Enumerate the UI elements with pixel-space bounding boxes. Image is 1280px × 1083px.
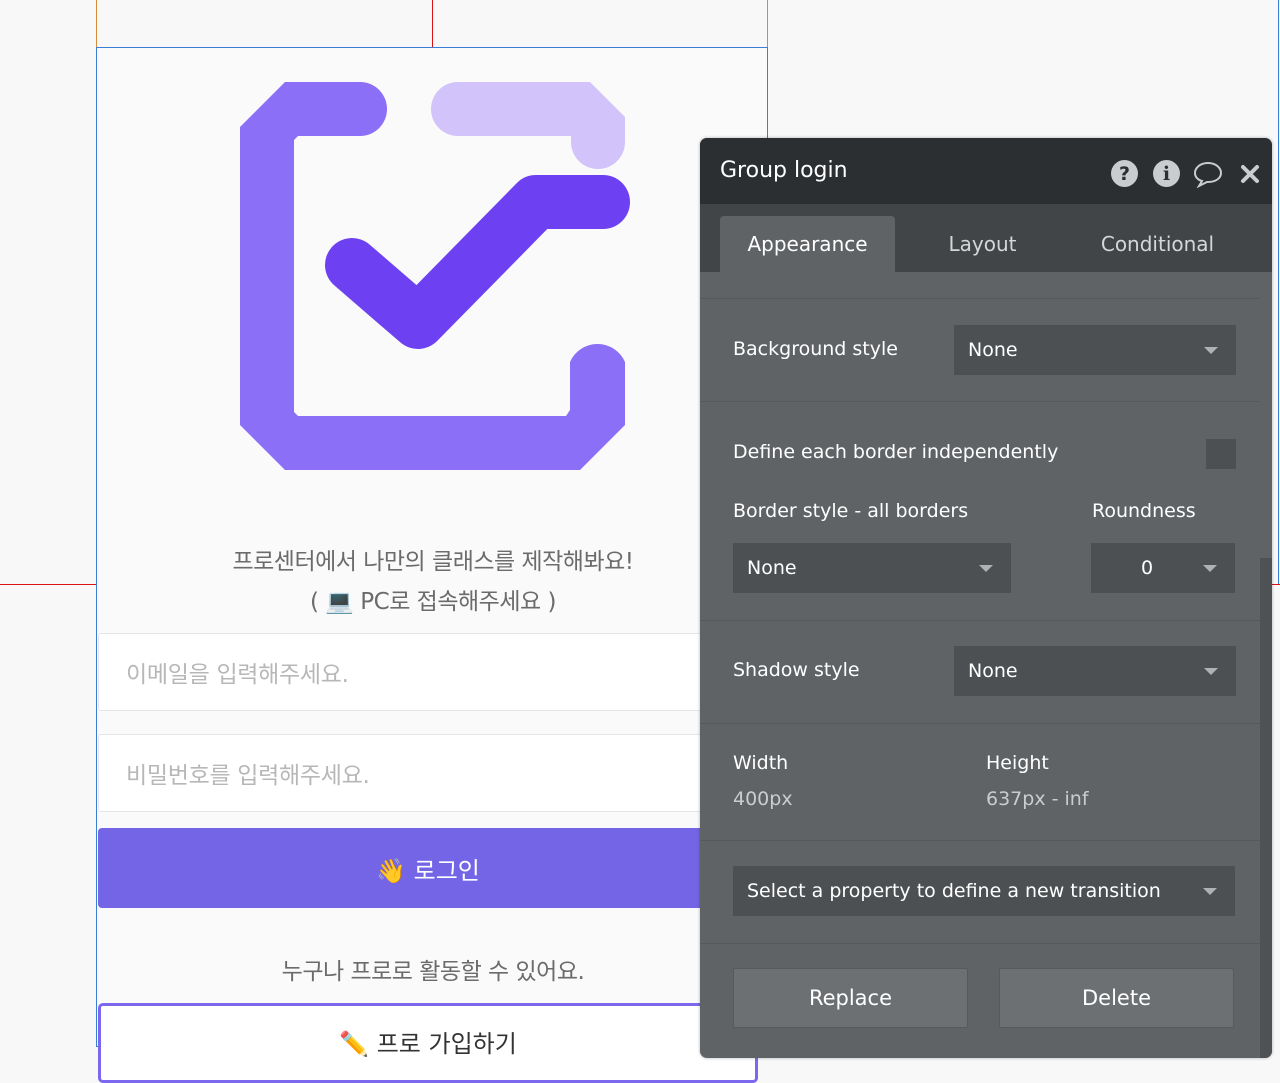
guide-line-horizontal-left [0, 584, 96, 585]
divider [700, 723, 1260, 724]
border-style-dropdown[interactable]: None [733, 543, 1011, 593]
shadow-style-dropdown[interactable]: None [954, 646, 1236, 696]
divider [700, 943, 1260, 944]
divider [700, 298, 1260, 299]
signup-prompt: 누구나 프로로 활동할 수 있어요. [281, 959, 585, 985]
tab-appearance[interactable]: Appearance [720, 216, 895, 272]
divider [700, 840, 1260, 841]
panel-title: Group login [720, 158, 848, 183]
chevron-down-icon [1204, 668, 1218, 675]
panel-scrollbar[interactable] [1260, 558, 1272, 1058]
transition-dropdown[interactable]: Select a property to define a new transi… [733, 866, 1235, 916]
property-editor: Group login ? i Appearance Layout Condit… [700, 138, 1272, 1058]
login-button[interactable]: 👋 로그인 [98, 828, 758, 908]
border-style-label: Border style - all borders [733, 500, 969, 522]
password-input[interactable]: 비밀번호를 입력해주세요. [98, 734, 758, 812]
guide-line-right-edge [1278, 0, 1279, 584]
divider [700, 401, 1260, 402]
app-logo [240, 82, 630, 470]
define-borders-label: Define each border independently [733, 441, 1059, 463]
border-style-value: None [747, 557, 797, 579]
height-label: Height [986, 752, 1049, 774]
email-input[interactable]: 이메일을 입력해주세요. [98, 633, 758, 711]
transition-value: Select a property to define a new transi… [747, 880, 1161, 902]
group-login[interactable]: 프로센터에서 나만의 클래스를 제작해봐요! ( 💻 PC로 접속해주세요 ) … [96, 47, 768, 1083]
width-value: 400px [733, 788, 793, 810]
password-placeholder: 비밀번호를 입력해주세요. [126, 763, 370, 789]
divider [700, 620, 1260, 621]
roundness-dropdown[interactable]: 0 [1091, 543, 1235, 593]
shadow-style-label: Shadow style [733, 659, 860, 681]
close-icon[interactable] [1240, 164, 1260, 184]
width-label: Width [733, 752, 789, 774]
logo-corner [431, 82, 625, 169]
signup-button[interactable]: ✏️ 프로 가입하기 [98, 1003, 758, 1083]
panel-header[interactable]: Group login ? i [700, 138, 1272, 204]
tab-conditional[interactable]: Conditional [1070, 216, 1245, 272]
help-icon[interactable]: ? [1111, 160, 1138, 187]
guide-line-horizontal-right [1272, 584, 1280, 585]
chevron-down-icon [1203, 888, 1217, 895]
chevron-down-icon [1204, 347, 1218, 354]
chevron-down-icon [979, 565, 993, 572]
delete-button[interactable]: Delete [999, 968, 1234, 1028]
chevron-down-icon [1203, 565, 1217, 572]
panel-tabs: Appearance Layout Conditional [700, 204, 1272, 272]
background-style-dropdown[interactable]: None [954, 325, 1236, 375]
background-style-value: None [968, 339, 1018, 361]
background-style-label: Background style [733, 338, 898, 360]
shadow-style-value: None [968, 660, 1018, 682]
height-value: 637px - inf [986, 788, 1089, 810]
guide-line-left [96, 0, 97, 47]
tagline-line1: 프로센터에서 나만의 클래스를 제작해봐요! [232, 549, 634, 575]
guide-line-center [432, 0, 433, 47]
logo-check [325, 175, 630, 349]
comment-icon[interactable] [1192, 160, 1224, 188]
define-borders-checkbox[interactable] [1206, 439, 1236, 469]
replace-button[interactable]: Replace [733, 968, 968, 1028]
email-placeholder: 이메일을 입력해주세요. [126, 662, 349, 688]
roundness-value: 0 [1141, 557, 1154, 579]
tagline-line2: ( 💻 PC로 접속해주세요 ) [310, 589, 556, 615]
tab-layout[interactable]: Layout [895, 216, 1070, 272]
info-icon[interactable]: i [1153, 160, 1180, 187]
roundness-label: Roundness [1092, 500, 1196, 522]
